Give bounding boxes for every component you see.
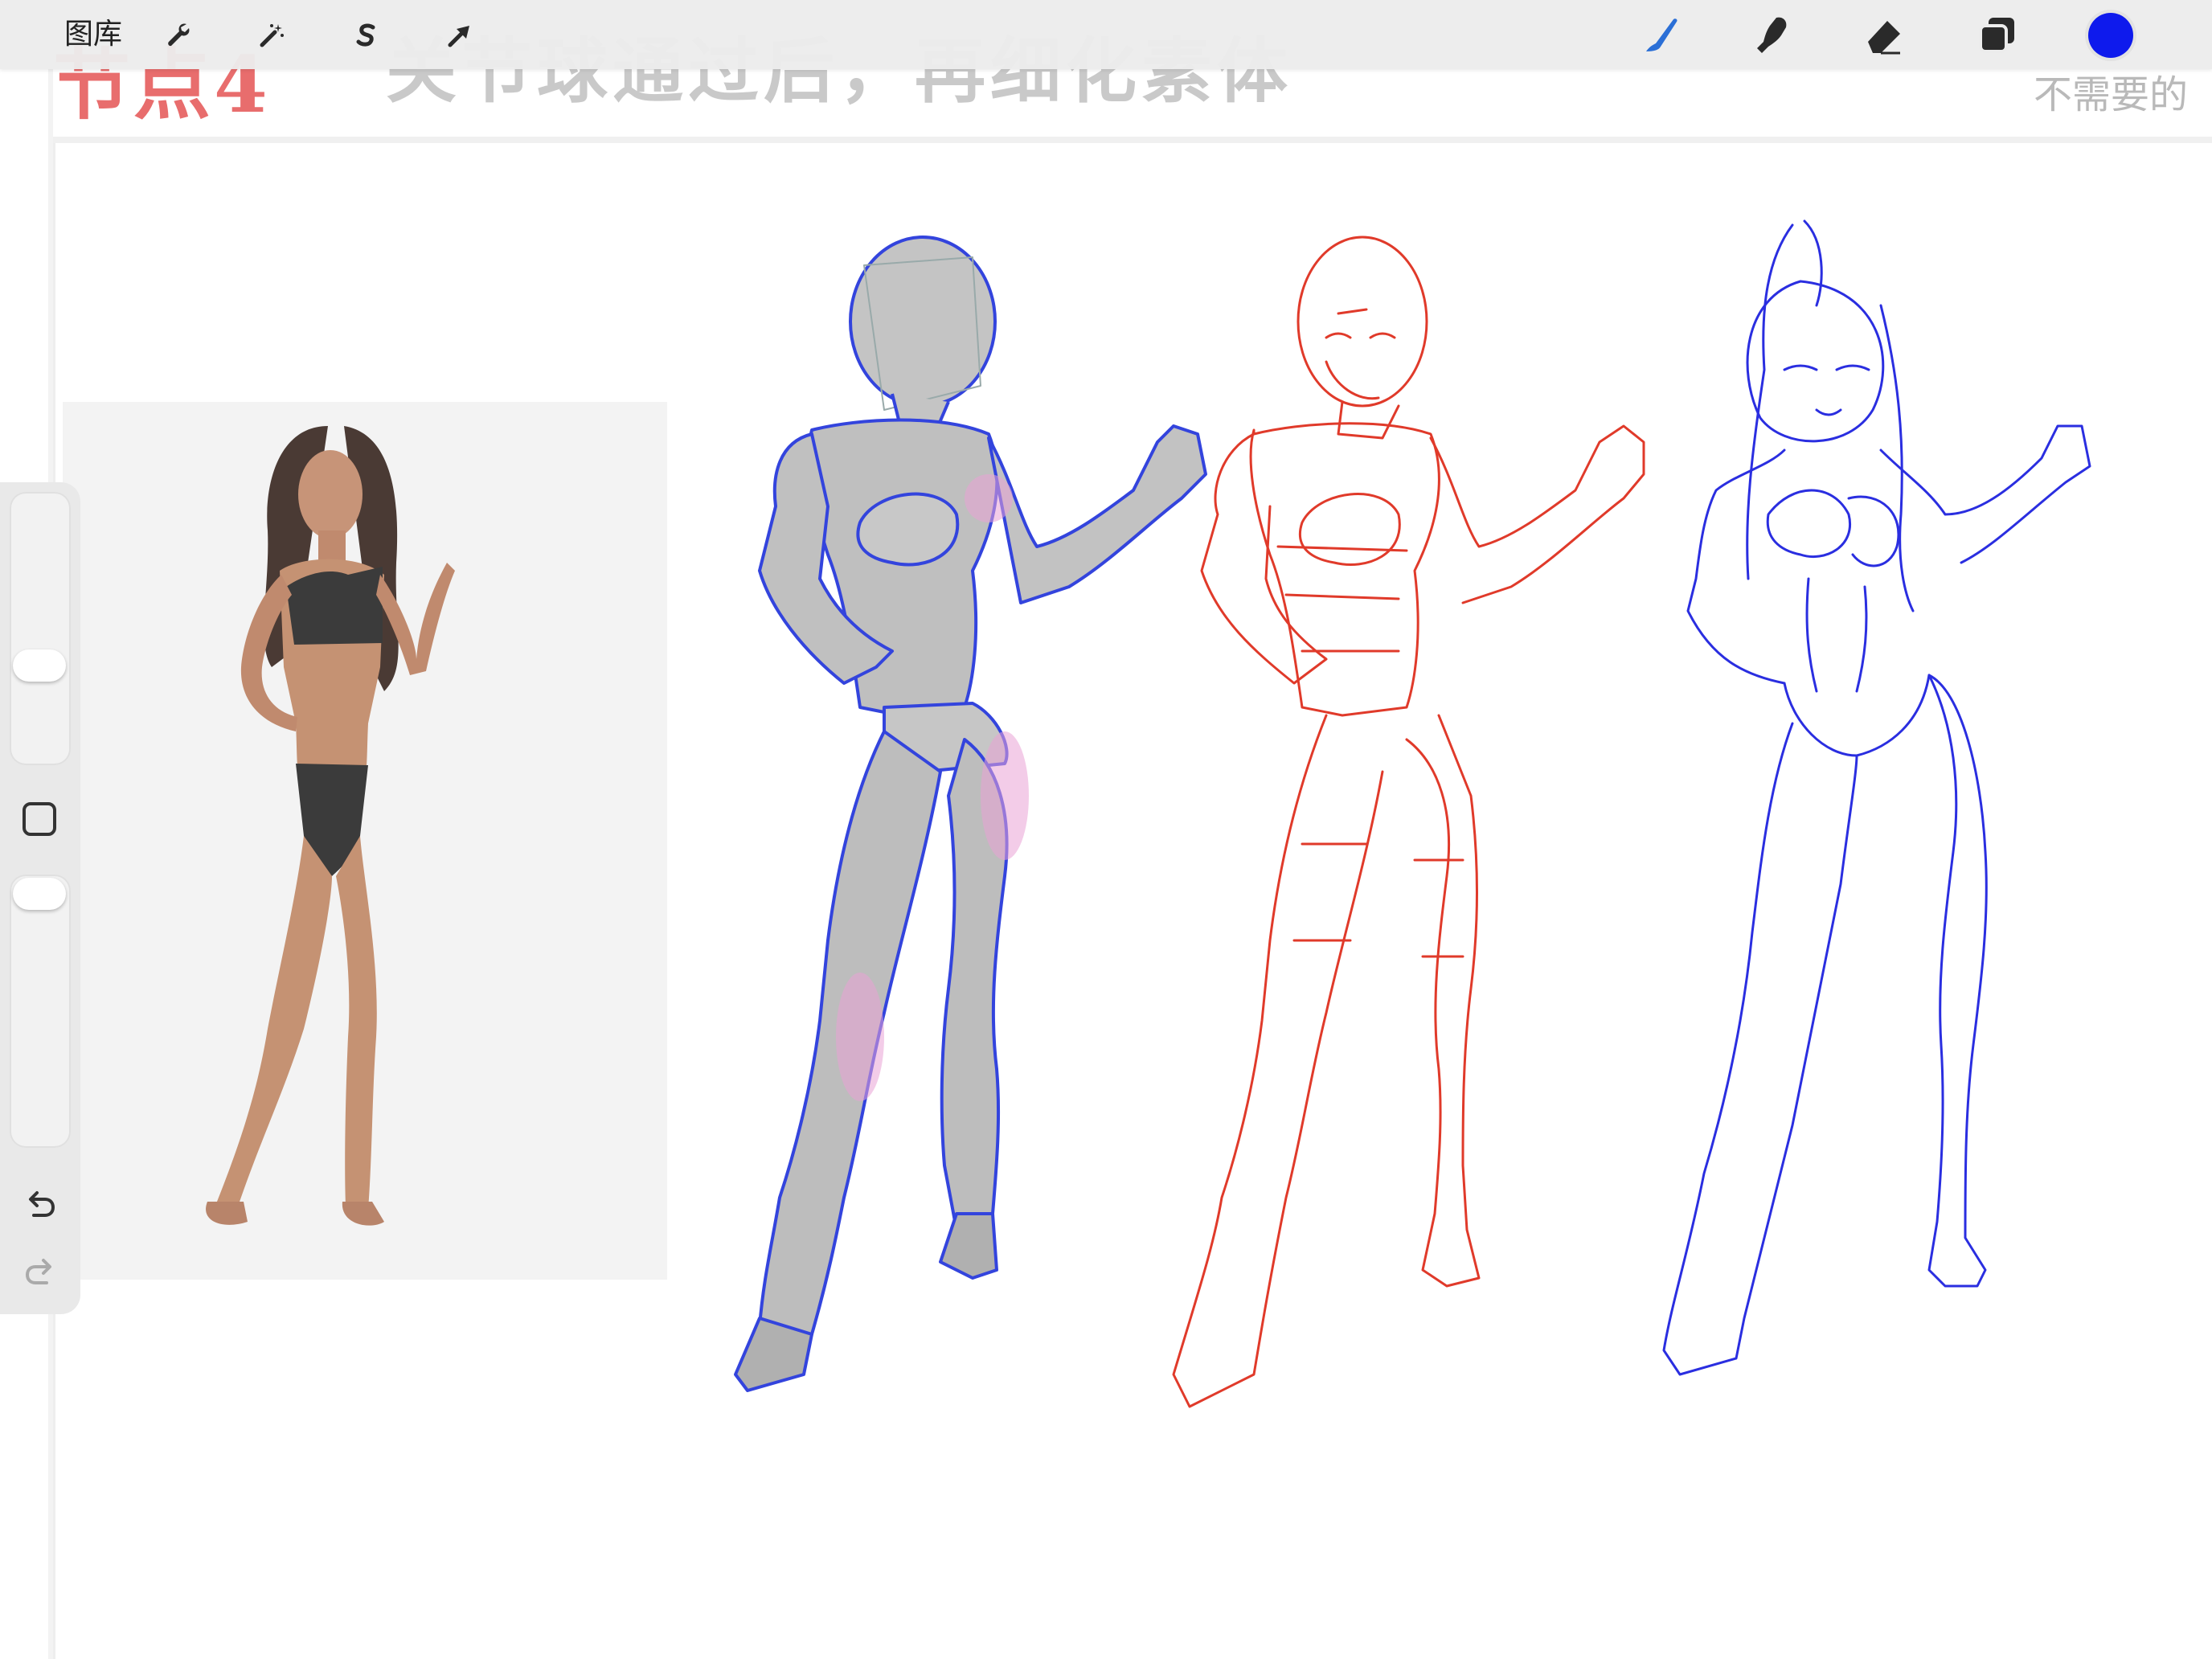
layers-icon [1979,18,2014,53]
undo-icon [29,1191,55,1217]
reference-photo [63,402,667,1280]
wrench-icon [168,23,190,47]
color-picker-button[interactable] [2088,13,2133,58]
adjustments-button[interactable] [249,13,294,58]
brush-size-thumb[interactable] [13,649,66,682]
selection-button[interactable] [344,13,389,58]
transform-button[interactable] [437,13,482,58]
brush-tool-button[interactable] [1635,8,1688,61]
modify-button[interactable] [23,802,56,836]
opacity-slider[interactable] [10,875,71,1148]
left-sidebar [0,482,80,1314]
undo-button[interactable] [19,1183,61,1225]
actions-button[interactable] [158,13,203,58]
gallery-button[interactable]: 图库 [64,16,122,53]
brush-icon [1646,18,1677,51]
arrow-cursor-icon [448,26,469,47]
eraser-icon [1868,21,1900,55]
selection-s-icon [356,23,375,47]
reference-photo-woman-icon [63,402,667,1280]
blue-lineart-figure [1662,219,2091,1376]
smudge-finger-icon [1757,17,1787,53]
layers-button[interactable] [1971,8,2024,61]
eraser-tool-button[interactable] [1858,8,1911,61]
smudge-tool-button[interactable] [1746,8,1799,61]
heading-note: 不需要的 [2034,72,2189,117]
top-toolbar: 图库 [0,0,2212,69]
opacity-thumb[interactable] [13,878,66,910]
magic-wand-icon [260,24,284,47]
redo-icon [25,1259,51,1284]
brush-size-slider[interactable] [10,492,71,765]
redo-button[interactable] [19,1251,61,1292]
drawing-canvas[interactable]: 节点4 关节球通过后，再细化素体 不需要的 [0,0,2212,1659]
